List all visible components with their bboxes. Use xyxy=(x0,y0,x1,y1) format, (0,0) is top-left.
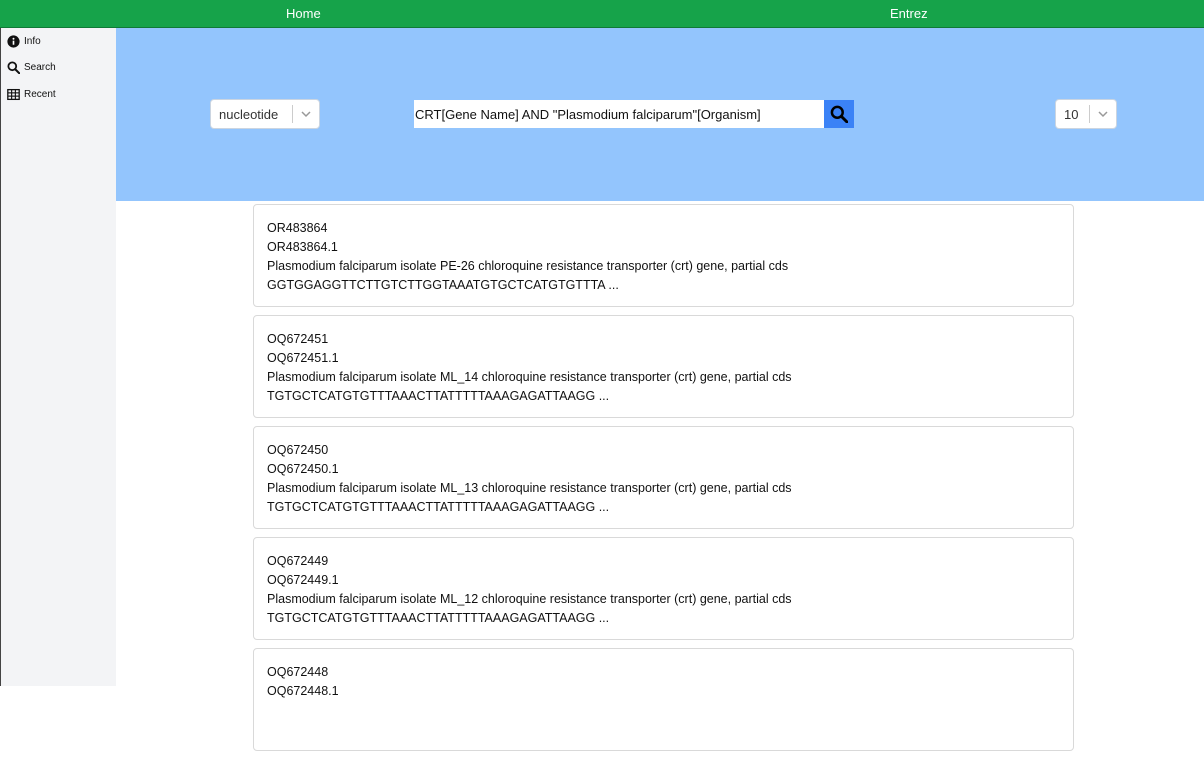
result-count-select[interactable]: 10 xyxy=(1055,99,1117,129)
database-select[interactable]: nucleotide xyxy=(210,99,320,129)
result-id: OQ672451 xyxy=(267,332,329,346)
result-title: Plasmodium falciparum isolate ML_13 chlo… xyxy=(267,481,792,495)
result-id: OQ672450 xyxy=(267,443,329,457)
result-card[interactable]: OQ672449 OQ672449.1 Plasmodium falciparu… xyxy=(253,537,1074,640)
info-icon xyxy=(7,35,20,48)
chevron-down-icon xyxy=(1090,110,1116,118)
search-panel: nucleotide 10 xyxy=(116,28,1204,201)
database-select-value: nucleotide xyxy=(219,106,279,122)
sidebar-item-label: Search xyxy=(24,62,56,74)
result-title: Plasmodium falciparum isolate PE-26 chlo… xyxy=(267,259,789,273)
top-nav-bar: Home Entrez xyxy=(0,0,1204,28)
nav-entrez-link[interactable]: Entrez xyxy=(890,0,928,28)
result-id: OR483864 xyxy=(267,221,328,235)
sidebar-item-label: Info xyxy=(24,35,41,47)
nav-home-link[interactable]: Home xyxy=(286,0,321,28)
result-accession: OQ672449.1 xyxy=(267,573,339,587)
result-accession: OQ672451.1 xyxy=(267,351,339,365)
sidebar-item-info[interactable]: Info xyxy=(1,28,116,55)
result-title: Plasmodium falciparum isolate ML_14 chlo… xyxy=(267,370,792,384)
result-sequence: TGTGCTCATGTGTTTAAACTTATTTTTAAAGAGATTAAGG… xyxy=(267,500,610,514)
chevron-down-icon xyxy=(293,110,319,118)
sidebar: Info Search Recent xyxy=(0,28,116,686)
result-accession: OR483864.1 xyxy=(267,240,338,254)
search-button[interactable] xyxy=(824,100,854,128)
table-icon xyxy=(7,88,20,100)
result-sequence: GGTGGAGGTTCTTGTCTTGGTAAATGTGCTCATGTGTTTA… xyxy=(267,278,619,292)
result-count-value: 10 xyxy=(1064,106,1079,122)
result-card[interactable]: OQ672451 OQ672451.1 Plasmodium falciparu… xyxy=(253,315,1074,418)
search-icon xyxy=(830,105,848,123)
result-accession: OQ672448.1 xyxy=(267,684,339,698)
sidebar-item-label: Recent xyxy=(24,88,56,100)
result-card[interactable]: OR483864 OR483864.1 Plasmodium falciparu… xyxy=(253,204,1074,307)
search-input[interactable] xyxy=(414,100,824,128)
result-title: Plasmodium falciparum isolate ML_12 chlo… xyxy=(267,592,792,606)
result-sequence: TGTGCTCATGTGTTTAAACTTATTTTTAAAGAGATTAAGG… xyxy=(267,389,610,403)
result-card[interactable]: OQ672448 OQ672448.1 xyxy=(253,648,1074,751)
result-sequence: TGTGCTCATGTGTTTAAACTTATTTTTAAAGAGATTAAGG… xyxy=(267,611,610,625)
sidebar-item-recent[interactable]: Recent xyxy=(1,81,116,108)
search-icon xyxy=(7,61,20,75)
result-accession: OQ672450.1 xyxy=(267,462,339,476)
result-id: OQ672449 xyxy=(267,554,329,568)
result-card[interactable]: OQ672450 OQ672450.1 Plasmodium falciparu… xyxy=(253,426,1074,529)
sidebar-item-search[interactable]: Search xyxy=(1,55,116,82)
results-list: OR483864 OR483864.1 Plasmodium falciparu… xyxy=(253,204,1074,759)
result-id: OQ672448 xyxy=(267,665,329,679)
